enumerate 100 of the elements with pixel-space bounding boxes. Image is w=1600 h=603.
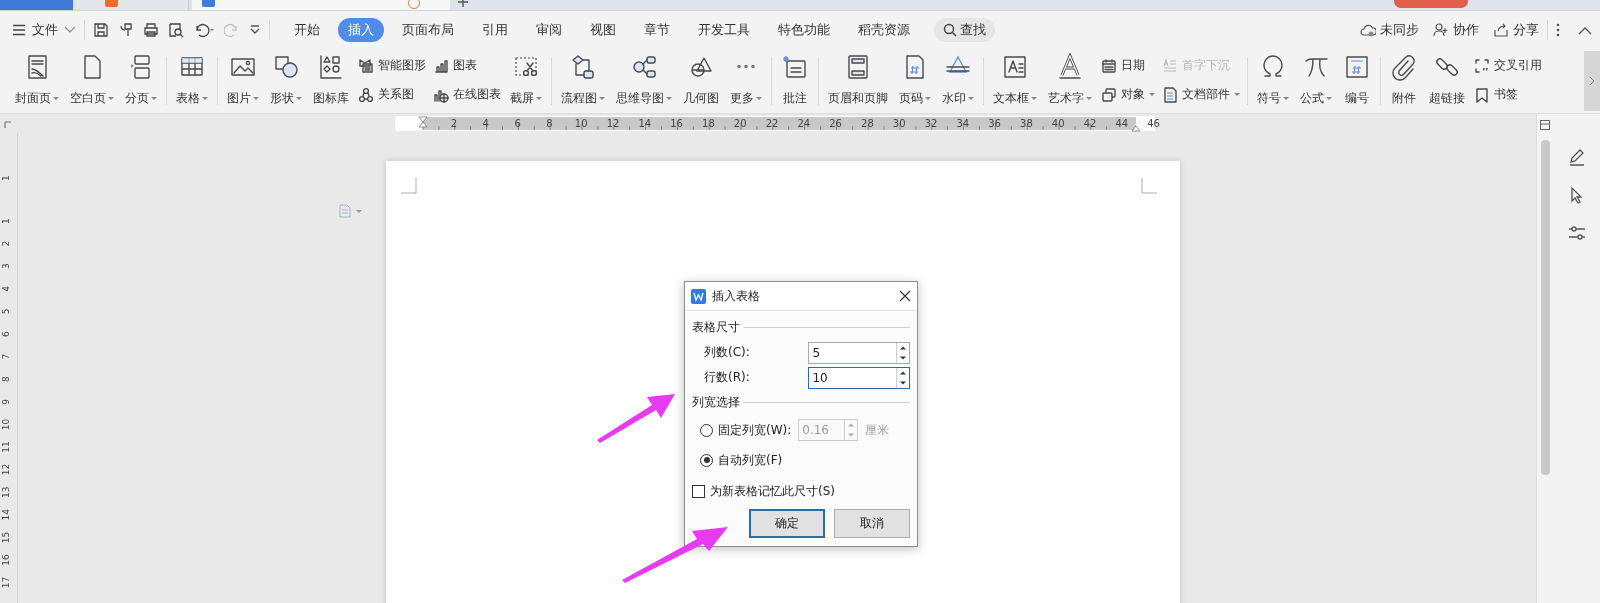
ribbon-button[interactable]: 超链接 xyxy=(1427,49,1467,113)
document-tab[interactable] xyxy=(76,0,189,10)
file-menu[interactable]: 文件 xyxy=(32,21,58,39)
ribbon-button[interactable]: 日期 xyxy=(1101,57,1155,74)
ribbon-button[interactable]: 形状 xyxy=(268,49,304,113)
ribbon-button[interactable]: 分页 xyxy=(123,49,159,113)
cloud-icon xyxy=(1360,22,1376,38)
toolbar-action[interactable]: 分享 xyxy=(1493,21,1539,39)
ribbon-tab[interactable]: 开始 xyxy=(284,18,330,42)
caret-icon[interactable] xyxy=(1326,96,1332,101)
numbering-icon xyxy=(1343,53,1371,81)
ribbon-button[interactable]: 表格 xyxy=(174,49,210,113)
toolbar-action[interactable]: 未同步 xyxy=(1360,21,1419,39)
ribbon-tab[interactable]: 审阅 xyxy=(526,18,572,42)
ribbon-tab[interactable]: 特色功能 xyxy=(768,18,840,42)
caret-icon[interactable] xyxy=(599,96,605,101)
ribbon-button[interactable]: 对象 xyxy=(1101,86,1155,103)
ribbon-button[interactable]: 页码 xyxy=(897,49,933,113)
caret-icon[interactable] xyxy=(296,96,302,101)
number-field[interactable]: 10 xyxy=(808,366,910,389)
search-button[interactable]: 查找 xyxy=(934,18,995,42)
ribbon-button[interactable]: 智能图形 xyxy=(358,57,426,74)
section-heading: 表格尺寸 xyxy=(692,319,740,336)
ribbon-tab[interactable]: 稻壳资源 xyxy=(848,18,920,42)
ribbon-button[interactable]: 符号 xyxy=(1255,49,1291,113)
pencil-icon[interactable] xyxy=(1567,148,1586,166)
ribbon-tab[interactable]: 开发工具 xyxy=(688,18,760,42)
caret-icon[interactable] xyxy=(1149,92,1155,97)
ribbon-button[interactable]: 交叉引用 xyxy=(1474,57,1542,74)
caret-icon[interactable] xyxy=(536,96,542,101)
indent-marker[interactable] xyxy=(1131,125,1141,132)
ribbon-button[interactable]: 页眉和页脚 xyxy=(826,49,890,113)
print-icon[interactable] xyxy=(143,22,159,38)
indent-marker[interactable] xyxy=(418,116,428,128)
ribbon-button[interactable]: 文档部件 xyxy=(1162,86,1240,103)
ribbon-button[interactable]: 附件 xyxy=(1388,49,1420,113)
ribbon-button[interactable]: 思维导图 xyxy=(614,49,674,113)
ribbon-button[interactable]: 书签 xyxy=(1474,86,1542,103)
ribbon-button[interactable]: 空白页 xyxy=(68,49,116,113)
caret-icon[interactable] xyxy=(666,96,672,101)
ribbon-button[interactable]: 艺术字 xyxy=(1046,49,1094,113)
sliders-icon[interactable] xyxy=(1567,224,1586,242)
panel-toggle-icon[interactable] xyxy=(1540,120,1550,130)
new-tab-icon[interactable] xyxy=(458,0,468,7)
toolbar-action[interactable]: 协作 xyxy=(1433,21,1479,39)
calendar-icon xyxy=(1101,57,1117,74)
ruler-number: 2 xyxy=(1,240,11,247)
ribbon-button[interactable]: 关系图 xyxy=(358,86,426,103)
chevron-down-icon[interactable] xyxy=(64,26,76,34)
ribbon-button[interactable]: 水印 xyxy=(940,49,976,113)
ribbon-button[interactable]: 图片 xyxy=(225,49,261,113)
caret-icon[interactable] xyxy=(108,96,114,101)
ribbon-button[interactable]: 编号 xyxy=(1341,49,1373,113)
caret-icon[interactable] xyxy=(1031,96,1037,101)
ribbon-button[interactable]: 文本框 xyxy=(991,49,1039,113)
print-preview-icon[interactable] xyxy=(168,22,184,38)
customize-icon[interactable] xyxy=(249,24,261,36)
ribbon-tab[interactable]: 章节 xyxy=(634,18,680,42)
ribbon-tab[interactable]: 视图 xyxy=(580,18,626,42)
collapse-ribbon-icon[interactable] xyxy=(1578,25,1592,35)
number-field[interactable]: 5 xyxy=(808,341,910,364)
caret-icon[interactable] xyxy=(202,96,208,101)
checkbox[interactable] xyxy=(692,484,705,498)
format-painter-icon[interactable] xyxy=(118,22,134,38)
save-icon[interactable] xyxy=(93,22,109,38)
radio-button[interactable] xyxy=(700,423,713,437)
caret-icon[interactable] xyxy=(151,96,157,101)
caret-icon[interactable] xyxy=(253,96,259,101)
scrollbar-thumb[interactable] xyxy=(1540,140,1550,475)
ruler-number: 13 xyxy=(1,486,11,498)
document-options-icon[interactable] xyxy=(339,204,363,218)
caret-icon[interactable] xyxy=(1086,96,1092,101)
document-tab[interactable] xyxy=(192,0,450,10)
caret-icon[interactable] xyxy=(1234,92,1240,97)
caret-icon[interactable] xyxy=(756,96,762,101)
ribbon-button[interactable]: 更多 xyxy=(728,49,764,113)
ribbon-tab[interactable]: 引用 xyxy=(472,18,518,42)
dialog-button[interactable]: 确定 xyxy=(749,509,825,538)
ribbon-button[interactable]: 批注 xyxy=(779,49,811,113)
caret-icon[interactable] xyxy=(968,96,974,101)
close-icon[interactable] xyxy=(899,290,911,302)
caret-icon[interactable] xyxy=(53,96,59,101)
ribbon-button[interactable]: 公式 xyxy=(1298,49,1334,113)
ribbon-button[interactable]: 封面页 xyxy=(13,49,61,113)
ribbon-button[interactable]: 流程图 xyxy=(559,49,607,113)
caret-icon[interactable] xyxy=(925,96,931,101)
more-options-icon[interactable] xyxy=(1556,23,1560,37)
ribbon-button[interactable]: 图表 xyxy=(433,57,501,74)
radio-button[interactable] xyxy=(700,453,713,467)
ruler-number: 2 xyxy=(450,118,458,129)
tab-stop-icon[interactable] xyxy=(4,121,12,129)
dialog-button[interactable]: 取消 xyxy=(834,509,910,538)
ribbon-button[interactable]: 图标库 xyxy=(311,49,351,113)
ribbon-button[interactable]: 几何图 xyxy=(681,49,721,113)
ribbon-button[interactable]: 在线图表 xyxy=(433,86,501,103)
ribbon-tab[interactable]: 页面布局 xyxy=(392,18,464,42)
menu-icon[interactable] xyxy=(12,24,26,36)
caret-icon[interactable] xyxy=(1283,96,1289,101)
undo-icon[interactable] xyxy=(193,22,215,38)
ribbon-button[interactable]: 截屏 xyxy=(508,49,544,113)
